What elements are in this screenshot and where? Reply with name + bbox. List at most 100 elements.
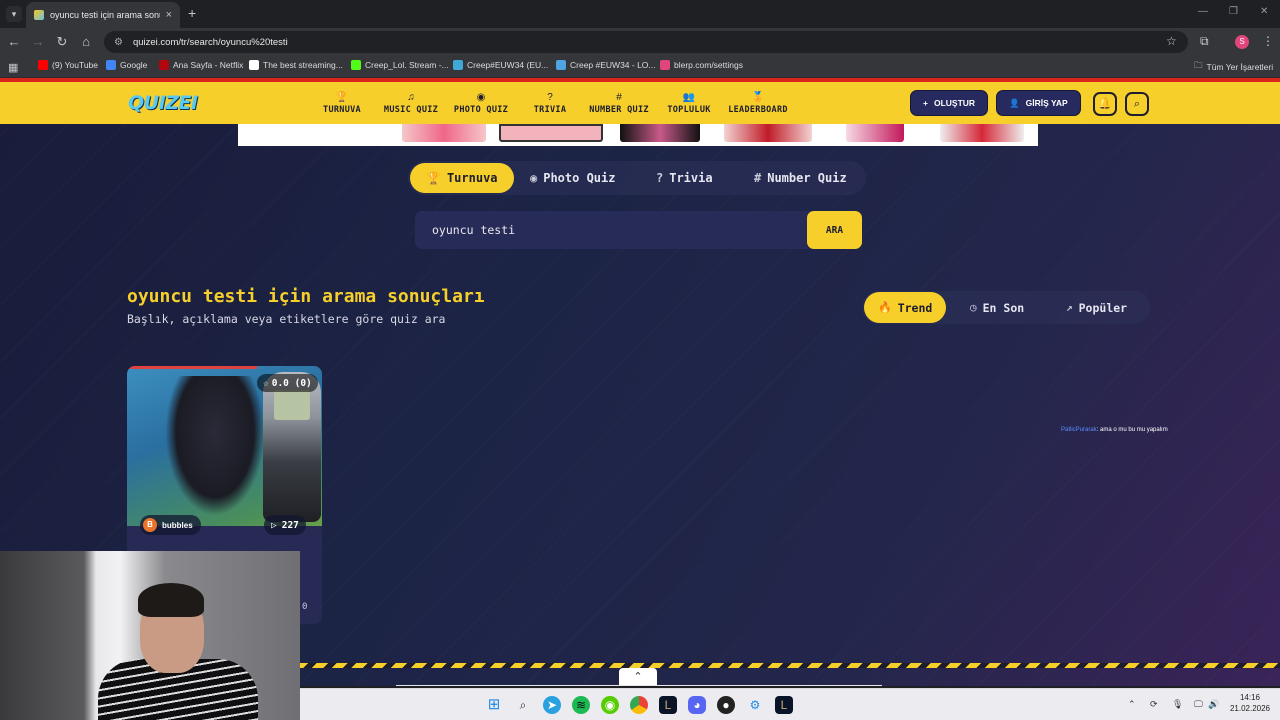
tab-list-icon[interactable]: ▾	[6, 6, 22, 22]
nav-label: NUMBER QUIZ	[589, 104, 649, 115]
tab-photo-quiz[interactable]: ◉ Photo Quiz	[514, 163, 631, 193]
profile-avatar[interactable]: S	[1235, 35, 1249, 49]
taskbar-clock[interactable]: 14:16 21.02.2026	[1220, 692, 1280, 714]
browser-tab-bar: ▾ oyuncu testi için arama sonuçla × + — …	[0, 0, 1280, 28]
sort-popüler[interactable]: ↗ Popüler	[1052, 292, 1141, 323]
chrome-icon[interactable]	[630, 696, 648, 714]
sort-label: Trend	[897, 300, 933, 315]
reload-icon[interactable]: ↻	[54, 34, 70, 50]
tray-network-icon[interactable]: 🖵	[1194, 699, 1203, 710]
nav-topluluk[interactable]: 👥 TOPLULUK	[659, 86, 719, 120]
tab-trivia[interactable]: ? Trivia	[640, 163, 729, 193]
home-icon[interactable]: ⌂	[78, 34, 94, 50]
extensions-icon[interactable]: ⧉	[1200, 34, 1209, 49]
chat-username: PatlicPurarak	[1061, 427, 1097, 433]
league-game-icon[interactable]: L	[775, 696, 793, 714]
login-button[interactable]: 👤 GİRİŞ YAP	[996, 90, 1081, 116]
bookmark-favicon-icon	[159, 60, 169, 70]
sort-en-son[interactable]: ◷ En Son	[956, 292, 1038, 323]
notifications-bell-icon[interactable]: 🔔	[1093, 92, 1117, 116]
bookmark-star-icon[interactable]: ☆	[1166, 34, 1177, 48]
tray-sync-icon[interactable]: ⟳	[1150, 699, 1158, 710]
strip-thumbnail[interactable]	[724, 124, 812, 142]
login-label: GİRİŞ YAP	[1025, 98, 1068, 108]
author-name: bubbles	[162, 520, 193, 530]
tab-close-icon[interactable]: ×	[166, 9, 172, 21]
bookmark-favicon-icon	[660, 60, 670, 70]
search-input[interactable]	[415, 211, 807, 249]
author-avatar: B	[143, 518, 157, 532]
nav-trivia[interactable]: ? TRIVIA	[520, 86, 580, 120]
taskbar-search-icon[interactable]: ⌕	[514, 696, 532, 714]
duolingo-icon[interactable]: ◉	[601, 696, 619, 714]
browser-menu-icon[interactable]: ⋮	[1262, 34, 1274, 48]
back-icon[interactable]: ←	[6, 34, 22, 50]
hash-icon: #	[754, 171, 762, 185]
search-button[interactable]: ARA	[807, 211, 862, 249]
restore-icon[interactable]: ❐	[1229, 6, 1238, 17]
all-bookmarks[interactable]: 🗀 Tüm Yer İşaretleri	[1194, 60, 1273, 74]
spotify-icon[interactable]: ≋	[572, 696, 590, 714]
webcam-person-hair	[138, 583, 204, 617]
trophy-icon: 🏆	[335, 91, 349, 103]
sort-trend[interactable]: 🔥 Trend	[864, 292, 947, 323]
search-icon[interactable]: ⌕	[1125, 92, 1149, 116]
character-figure	[165, 376, 265, 516]
plays-count: 227	[281, 519, 299, 531]
strip-thumbnail[interactable]	[620, 124, 700, 142]
nav-leaderboard[interactable]: 🏅 LEADERBOARD	[728, 86, 788, 120]
bookmark-item[interactable]: (9) YouTube	[38, 60, 98, 70]
strip-thumbnail[interactable]	[499, 124, 603, 142]
quiz-type-tabs: 🏆 Turnuva ◉ Photo Quiz ? Trivia # Number Quiz	[408, 161, 866, 195]
bookmark-item[interactable]: The best streaming...	[249, 60, 343, 70]
windows-start-icon[interactable]: ⊞	[485, 696, 503, 714]
bookmark-item[interactable]: Creep_Lol. Stream -...	[351, 60, 449, 70]
site-info-icon[interactable]: ⚙	[114, 37, 123, 48]
author-badge[interactable]: B bubbles	[140, 515, 201, 535]
nav-music-quiz[interactable]: ♫ MUSIC QUIZ	[381, 86, 441, 120]
bookmark-item[interactable]: Google	[106, 60, 147, 70]
strip-thumbnail[interactable]	[846, 124, 904, 142]
strip-thumbnail[interactable]	[402, 124, 486, 142]
results-subtitle: Başlık, açıklama veya etiketlere göre qu…	[127, 312, 446, 326]
bookmark-item[interactable]: Creep #EUW34 - LO...	[556, 60, 656, 70]
forward-icon[interactable]: →	[30, 34, 46, 50]
apps-grid-icon[interactable]: ▦	[8, 61, 18, 74]
tray-chevron-icon[interactable]: ⌃	[1128, 699, 1136, 710]
music-icon: ♫	[407, 91, 415, 103]
scroll-up-icon[interactable]: ⌃	[619, 668, 657, 686]
bookmark-label: Ana Sayfa - Netflix	[173, 60, 244, 70]
bookmark-item[interactable]: blerp.com/settings	[660, 60, 743, 70]
url-text: quizei.com/tr/search/oyuncu%20testi	[132, 36, 288, 48]
bookmark-favicon-icon	[453, 60, 463, 70]
strip-thumbnail[interactable]	[940, 124, 1024, 142]
minimize-icon[interactable]: —	[1198, 6, 1208, 17]
browser-tab[interactable]: oyuncu testi için arama sonuçla ×	[26, 2, 180, 28]
nav-number-quiz[interactable]: # NUMBER QUIZ	[589, 86, 649, 120]
tray-mic-icon[interactable]: 🎙	[1172, 699, 1183, 710]
tray-volume-icon[interactable]: 🔊	[1208, 699, 1219, 710]
new-tab-icon[interactable]: +	[188, 5, 196, 21]
medal-icon: 🏅	[751, 91, 765, 103]
league-client-icon[interactable]: L	[659, 696, 677, 714]
bookmark-item[interactable]: Creep#EUW34 (EU...	[453, 60, 548, 70]
sort-tabs: 🔥 Trend ◷ En Son ↗ Popüler	[862, 291, 1150, 324]
nav-turnuva[interactable]: 🏆 TURNUVA	[312, 86, 372, 120]
settings-gear-icon[interactable]: ⚙	[746, 696, 764, 714]
telegram-icon[interactable]: ➤	[543, 696, 561, 714]
discord-icon[interactable]: ◕	[688, 696, 706, 714]
obs-icon[interactable]: ●	[717, 696, 735, 714]
site-logo[interactable]: QUIZEI	[128, 92, 198, 114]
folder-icon: 🗀	[1194, 60, 1203, 70]
bookmark-label: (9) YouTube	[52, 60, 98, 70]
bookmark-item[interactable]: Ana Sayfa - Netflix	[159, 60, 243, 70]
bookmarks-bar: ▦ (9) YouTube Google Ana Sayfa - Netflix Th…	[0, 56, 1280, 78]
tab-turnuva[interactable]: 🏆 Turnuva	[410, 163, 514, 193]
tab-number-quiz[interactable]: # Number Quiz	[738, 163, 863, 193]
create-button[interactable]: + OLUŞTUR	[910, 90, 989, 116]
window-close-icon[interactable]: ✕	[1260, 6, 1268, 17]
bookmark-favicon-icon	[38, 60, 48, 70]
nav-photo-quiz[interactable]: ◉ PHOTO QUIZ	[451, 86, 511, 120]
bookmark-label: Creep#EUW34 (EU...	[467, 60, 549, 70]
address-bar[interactable]: ⚙ quizei.com/tr/search/oyuncu%20testi	[104, 31, 1188, 53]
